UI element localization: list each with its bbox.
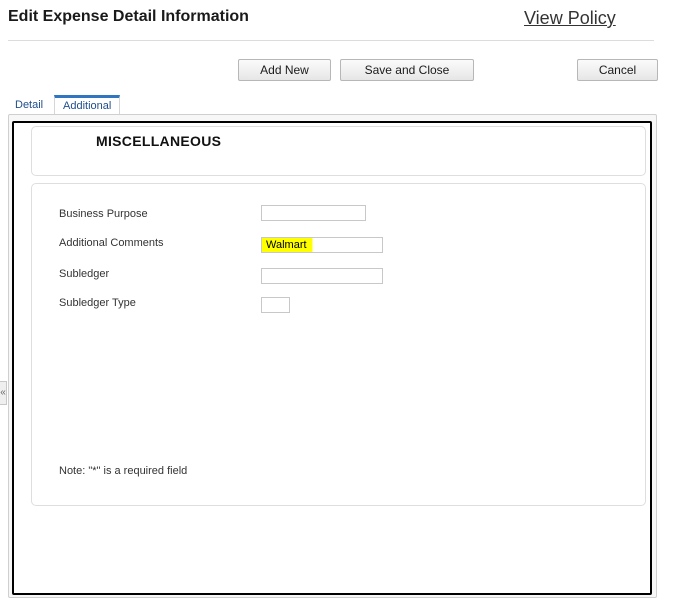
subledger-input[interactable] <box>261 268 383 284</box>
section-title: MISCELLANEOUS <box>96 133 222 149</box>
business-purpose-label: Business Purpose <box>59 208 148 220</box>
page-title: Edit Expense Detail Information <box>8 8 249 25</box>
view-policy-link[interactable]: View Policy <box>524 8 616 29</box>
tab-detail[interactable]: Detail <box>15 99 43 111</box>
double-chevron-left-icon[interactable]: « <box>0 381 7 405</box>
tab-additional[interactable]: Additional <box>54 95 121 114</box>
subledger-label: Subledger <box>59 268 110 280</box>
cancel-button[interactable]: Cancel <box>577 59 658 81</box>
save-and-close-button[interactable]: Save and Close <box>340 59 474 81</box>
subledger-type-label: Subledger Type <box>59 297 136 309</box>
form-body-box <box>31 183 646 506</box>
required-field-note: Note: "*" is a required field <box>59 465 188 477</box>
business-purpose-input[interactable] <box>261 205 366 221</box>
additional-comments-input[interactable] <box>261 237 383 253</box>
title-divider <box>8 40 654 41</box>
additional-comments-label: Additional Comments <box>59 237 164 249</box>
subledger-type-input[interactable] <box>261 297 290 313</box>
add-new-button[interactable]: Add New <box>238 59 331 81</box>
